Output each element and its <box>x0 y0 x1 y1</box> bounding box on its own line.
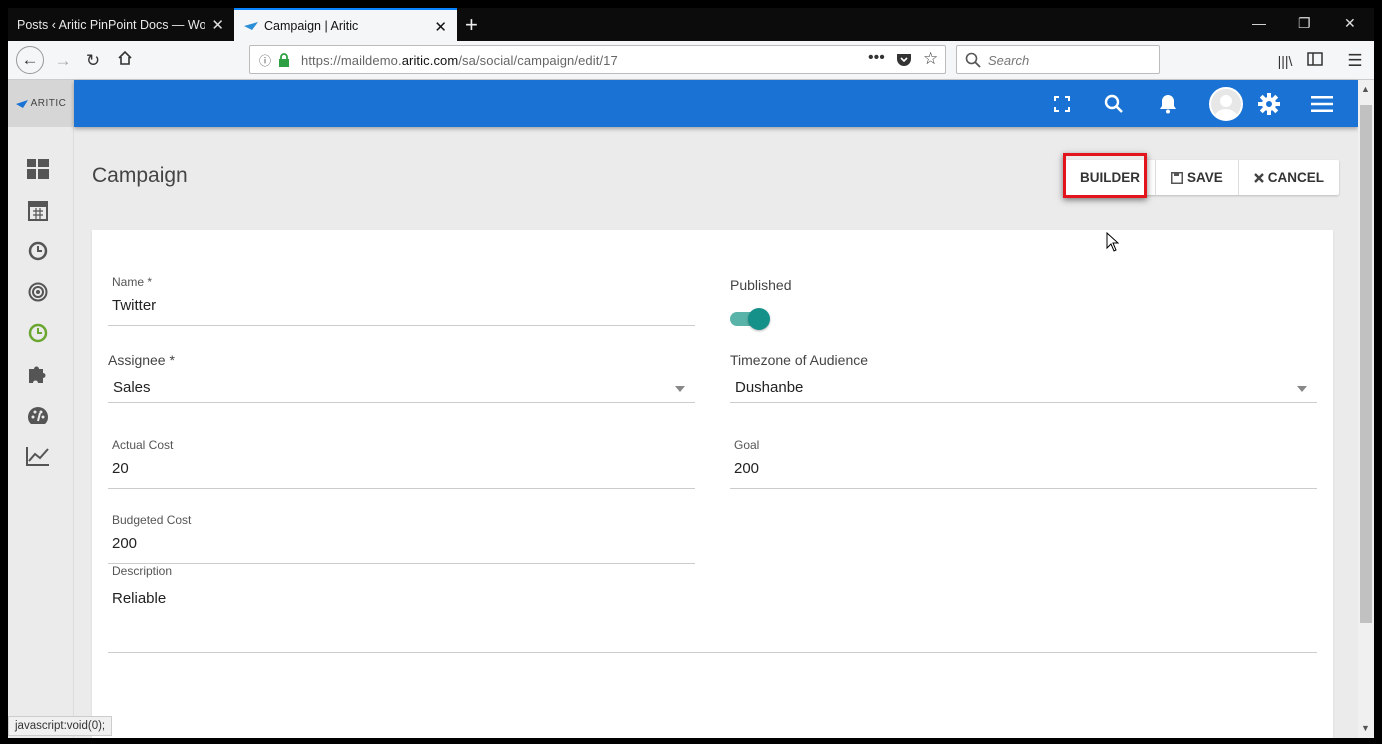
sidebar: ARITIC <box>8 80 74 738</box>
published-toggle[interactable] <box>730 306 770 330</box>
timezone-label: Timezone of Audience <box>730 352 869 368</box>
search-icon[interactable] <box>1102 92 1126 116</box>
assignee-label: Assignee * <box>108 352 175 368</box>
home-icon[interactable] <box>112 48 138 74</box>
search-input[interactable]: Search <box>956 45 1160 74</box>
fullscreen-icon[interactable] <box>1050 92 1074 116</box>
divider <box>730 402 1317 403</box>
actual-cost-field[interactable]: 20 <box>112 460 129 477</box>
logo-text: ARITIC <box>30 98 67 109</box>
scrollbar-thumb[interactable] <box>1360 105 1372 623</box>
logo[interactable]: ARITIC <box>8 80 74 127</box>
divider <box>108 652 1317 653</box>
status-bar: javascript:void(0); <box>8 716 113 736</box>
back-icon[interactable]: ← <box>16 46 44 74</box>
page-title: Campaign <box>92 164 188 187</box>
app-area: ARITIC Campaign BUILDER SAVE CANCEL Name… <box>8 80 1358 738</box>
target-icon[interactable] <box>26 280 50 304</box>
tab-wordpress[interactable]: Posts ‹ Aritic PinPoint Docs — WordPress… <box>8 8 234 41</box>
forward-icon[interactable]: → <box>50 48 76 74</box>
actual-cost-label: Actual Cost <box>112 438 174 452</box>
scroll-down-icon[interactable]: ▼ <box>1361 723 1370 733</box>
puzzle-icon[interactable] <box>26 362 50 386</box>
tab-label: Posts ‹ Aritic PinPoint Docs — WordPress <box>17 17 205 32</box>
chevron-down-icon[interactable] <box>1297 386 1307 392</box>
calendar-icon[interactable] <box>26 198 50 222</box>
bell-icon[interactable] <box>1156 92 1180 116</box>
divider <box>730 488 1317 489</box>
floppy-icon <box>1171 171 1183 184</box>
sidebar-toggle-icon[interactable] <box>1302 48 1328 74</box>
name-label: Name * <box>112 275 153 289</box>
campaign-form: Name * Twitter Published Assignee * Sale… <box>92 230 1333 738</box>
assignee-select[interactable]: Sales <box>113 379 151 396</box>
bookmark-star-icon[interactable]: ☆ <box>923 49 938 69</box>
minimize-icon[interactable]: — <box>1252 15 1266 31</box>
name-field[interactable]: Twitter <box>112 297 156 314</box>
mouse-cursor-icon <box>1106 232 1120 252</box>
budgeted-cost-field[interactable]: 200 <box>112 535 137 552</box>
chart-line-icon[interactable] <box>26 444 50 468</box>
search-placeholder: Search <box>988 53 1030 68</box>
lock-icon <box>279 53 289 67</box>
tab-label: Campaign | Aritic <box>264 18 359 33</box>
gear-icon[interactable] <box>1257 92 1281 116</box>
tab-bar: Posts ‹ Aritic PinPoint Docs — WordPress… <box>8 8 1374 41</box>
close-icon[interactable]: ✕ <box>434 18 447 36</box>
page-actions-icon[interactable]: ••• <box>868 49 885 67</box>
published-label: Published <box>730 277 792 293</box>
timezone-select[interactable]: Dushanbe <box>735 379 803 396</box>
reload-icon[interactable]: ↻ <box>80 48 106 74</box>
search-icon <box>965 52 981 68</box>
cancel-x-icon <box>1253 172 1264 183</box>
dashboard-icon[interactable] <box>26 157 50 181</box>
hamburger-menu-icon[interactable]: ☰ <box>1342 48 1368 74</box>
clock-icon[interactable] <box>26 239 50 263</box>
menu-icon[interactable] <box>1310 92 1334 116</box>
save-button[interactable]: SAVE <box>1156 160 1239 195</box>
goal-label: Goal <box>734 438 760 452</box>
url-text: https://maildemo.aritic.com/sa/social/ca… <box>301 53 618 68</box>
cancel-label: CANCEL <box>1267 170 1325 185</box>
restore-icon[interactable]: ❐ <box>1298 15 1311 32</box>
divider <box>108 402 695 403</box>
url-bar[interactable]: ⓘ https://maildemo.aritic.com/sa/social/… <box>249 45 946 74</box>
divider <box>108 325 695 326</box>
budgeted-cost-label: Budgeted Cost <box>112 513 192 527</box>
browser-window: Posts ‹ Aritic PinPoint Docs — WordPress… <box>8 8 1374 738</box>
description-field[interactable]: Reliable <box>112 590 166 607</box>
page-scrollbar[interactable]: ▲ ▼ <box>1358 80 1374 738</box>
aritic-favicon-icon <box>244 21 258 30</box>
navigation-bar: ← → ↻ ⓘ https://maildemo.aritic.com/sa/s… <box>8 41 1374 80</box>
cancel-button[interactable]: CANCEL <box>1239 160 1339 195</box>
description-label: Description <box>112 564 173 578</box>
scroll-up-icon[interactable]: ▲ <box>1361 84 1370 94</box>
close-window-icon[interactable]: ✕ <box>1344 15 1356 32</box>
new-tab-icon[interactable]: + <box>465 12 478 38</box>
campaign-clock-icon[interactable] <box>26 321 50 345</box>
chevron-down-icon[interactable] <box>675 386 685 392</box>
info-icon[interactable]: ⓘ <box>259 52 271 69</box>
divider <box>108 563 695 564</box>
top-bar <box>74 80 1358 127</box>
pocket-icon[interactable] <box>896 53 912 68</box>
toggle-knob <box>748 308 770 330</box>
library-icon[interactable]: |||\ <box>1272 48 1298 74</box>
divider <box>108 488 695 489</box>
save-label: SAVE <box>1187 170 1223 185</box>
tab-campaign[interactable]: Campaign | Aritic ✕ <box>234 8 457 41</box>
goal-field[interactable]: 200 <box>734 460 759 477</box>
builder-highlight-box <box>1063 153 1147 198</box>
close-icon[interactable]: ✕ <box>211 16 224 34</box>
avatar[interactable] <box>1209 87 1243 121</box>
palette-icon[interactable] <box>26 404 50 428</box>
